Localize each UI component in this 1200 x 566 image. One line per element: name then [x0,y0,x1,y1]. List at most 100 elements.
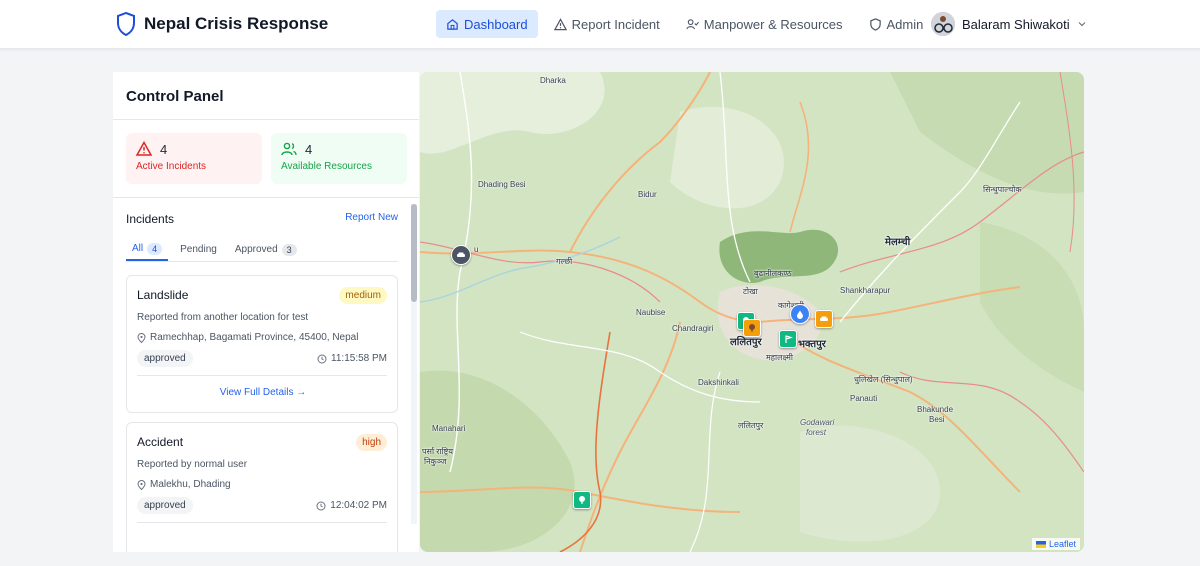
tab-approved[interactable]: Approved 3 [229,238,303,261]
map-label: धुलिखेल (सिन्धुपाल) [854,375,913,384]
active-incidents-stat: 4 Active Incidents [126,133,262,184]
tree-icon [579,496,585,504]
incidents-heading: Incidents [126,212,175,226]
nav-report-incident-label: Report Incident [571,16,660,32]
map-label: Dakshinkali [698,378,739,387]
map-label: महालक्ष्मी [766,353,793,362]
tab-approved-count: 3 [281,243,297,256]
map-label: forest [806,428,827,437]
active-incidents-value: 4 [160,141,168,157]
map-label: Dhading Besi [478,180,526,189]
map-label: u [474,245,479,254]
incident-marker-orange-2[interactable] [815,310,833,328]
incident-tabs: All 4 Pending Approved 3 [126,238,398,262]
map-label: Manahari [432,424,466,433]
available-resources-stat: 4 Available Resources [271,133,407,184]
severity-badge: medium [339,287,387,304]
alert-triangle-icon [553,17,567,30]
nav-manpower-resources-label: Manpower & Resources [703,16,843,32]
available-resources-label: Available Resources [281,161,372,172]
incident-location: Malekhu, Dhading [137,479,231,490]
nav-dashboard-label: Dashboard [464,16,528,32]
incident-time: 12:04:02 PM [316,500,387,511]
car-icon [457,252,465,257]
incident-marker-orange-1[interactable] [743,319,761,337]
incident-location-text: Ramechhap, Bagamati Province, 45400, Nep… [150,332,359,343]
incident-card[interactable]: Accident high Reported by normal user Ma… [126,422,398,552]
control-panel: Control Panel 4 Active Incidents 4 Avail… [113,72,419,552]
map-pin-icon [137,479,146,490]
tab-approved-label: Approved [234,244,278,255]
main-nav: Dashboard Report Incident Manpower & Res… [436,10,933,38]
shield-logo-icon [117,12,135,36]
panel-title: Control Panel [126,88,224,105]
drop-icon [797,310,803,319]
map-label: सिन्धुपाल्चोक [983,185,1022,194]
ukraine-flag-icon [1035,540,1046,548]
resource-marker-2[interactable] [779,330,797,348]
map-label: Dharka [540,76,566,85]
incident-card[interactable]: Landslide medium Reported from another l… [126,275,398,413]
chevron-down-icon [1078,22,1086,27]
severity-badge: high [356,434,387,451]
tab-pending-label: Pending [180,244,217,255]
panel-divider [113,197,419,198]
map-attribution[interactable]: Leaflet [1031,538,1080,550]
map-label: Naubise [636,308,666,317]
accident-marker[interactable] [451,245,471,265]
tab-all-count: 4 [147,242,163,255]
clock-icon [317,354,327,363]
incident-location: Ramechhap, Bagamati Province, 45400, Nep… [137,332,358,343]
nav-admin[interactable]: Admin [859,10,934,38]
view-details-link[interactable]: View Full Details → [127,387,399,398]
flag-icon [785,335,793,343]
scrollbar-thumb[interactable] [411,204,417,302]
incident-description: Reported from another location for test [137,312,309,323]
map-label: बुढानीलकण्ठ [754,269,792,278]
nav-report-incident[interactable]: Report Incident [544,10,670,38]
user-menu[interactable]: Balaram Shiwakoti [931,12,1087,36]
map-label: ललितपुर [738,421,764,430]
nav-admin-label: Admin [886,16,924,32]
map-label: गल्छी [556,257,573,266]
map-label: Bhakunde [917,405,954,414]
incident-map[interactable]: Dharka Dhading Besi Bidur मेलम्ची Shankh… [420,72,1084,552]
report-new-link[interactable]: Report New [345,212,398,223]
map-label: निकुञ्ज [424,457,447,466]
user-check-icon [686,18,699,29]
tab-all[interactable]: All 4 [126,238,169,261]
available-resources-value: 4 [305,141,313,157]
incident-time-text: 11:15:58 PM [331,353,387,364]
panel-scrollbar[interactable] [411,204,417,524]
clock-icon [316,501,326,510]
map-label: Panauti [850,394,878,403]
nav-manpower-resources[interactable]: Manpower & Resources [676,10,853,38]
brand[interactable]: Nepal Crisis Response [116,12,328,36]
incident-description: Reported by normal user [137,459,248,470]
incident-location-text: Malekhu, Dhading [150,479,231,490]
alert-triangle-icon [136,141,152,156]
map-label: भक्तपुर [798,339,826,350]
map-label: Besi [929,415,945,424]
tab-all-label: All [132,243,144,254]
top-navigation-bar: Nepal Crisis Response Dashboard Report I… [0,0,1200,49]
map-label: मेलम्ची [885,237,911,248]
map-label: Shankharapur [840,286,891,295]
active-incidents-label: Active Incidents [136,161,207,172]
map-label: टोखा [743,287,758,296]
panel-divider [113,119,419,120]
incident-marker-blue[interactable] [790,304,810,324]
users-icon [281,142,297,156]
nav-dashboard[interactable]: Dashboard [436,10,538,38]
status-badge: approved [137,350,193,367]
brand-title: Nepal Crisis Response [144,14,329,33]
user-name: Balaram Shiwakoti [962,16,1070,32]
tree-icon [749,324,755,332]
incident-time-text: 12:04:02 PM [330,500,387,511]
tab-pending[interactable]: Pending [174,238,223,261]
resource-marker-3[interactable] [573,491,591,509]
card-divider [137,375,387,376]
incident-title: Accident [137,435,184,449]
incident-time: 11:15:58 PM [317,353,387,364]
incident-title: Landslide [137,288,189,302]
